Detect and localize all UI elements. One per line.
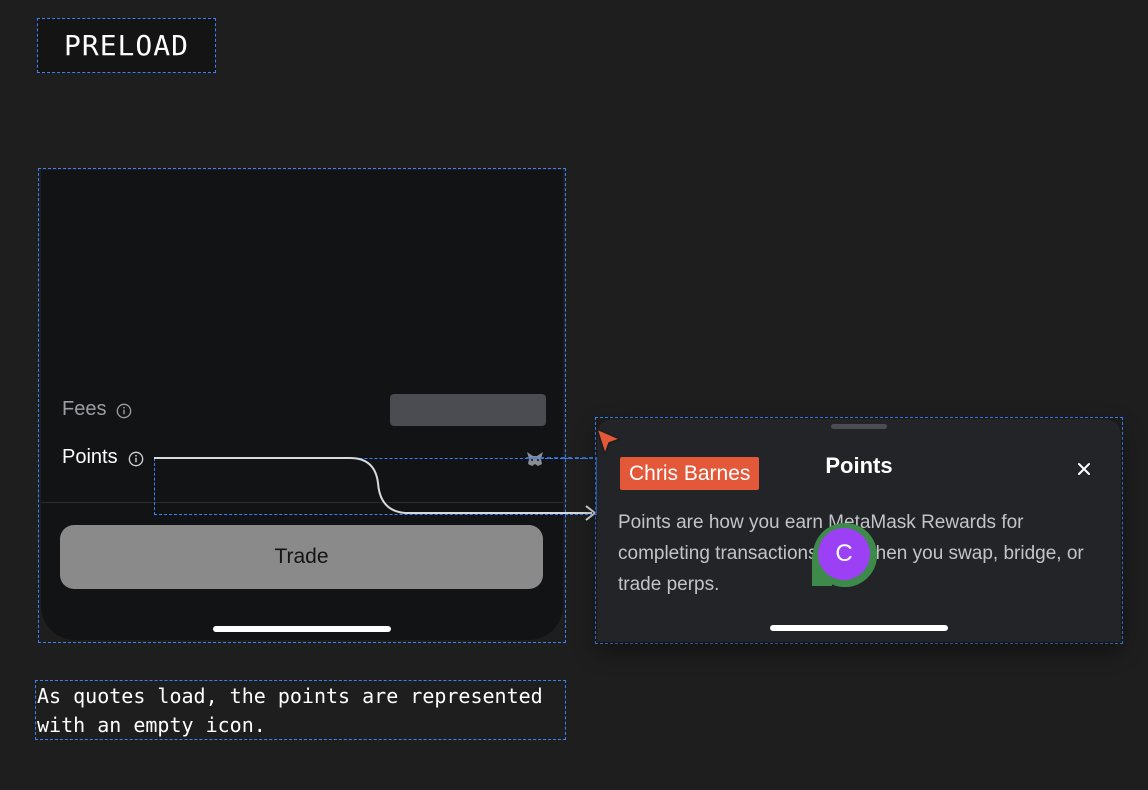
home-indicator — [770, 625, 948, 631]
trade-button[interactable]: Trade — [60, 525, 543, 589]
fees-label: Fees — [62, 398, 107, 420]
home-indicator — [213, 626, 391, 632]
section-label: PRELOAD — [63, 29, 189, 62]
annotation-note: As quotes load, the points are represent… — [37, 684, 543, 737]
fees-value-skeleton — [390, 394, 546, 426]
cursor-arrow-icon — [594, 426, 624, 458]
prototype-connector — [154, 457, 598, 521]
avatar: C — [818, 528, 870, 580]
info-icon[interactable] — [128, 450, 144, 466]
comment-pin[interactable]: C — [812, 522, 878, 588]
fees-row: Fees — [62, 398, 132, 421]
close-icon[interactable] — [1071, 456, 1097, 482]
section-label-box: PRELOAD — [37, 18, 216, 73]
collaborator-name-tag: Chris Barnes — [620, 457, 760, 490]
quote-screen: Fees Points Trade — [41, 170, 563, 640]
drag-handle[interactable] — [831, 424, 887, 429]
info-icon[interactable] — [116, 402, 132, 418]
points-row: Points — [62, 446, 144, 469]
points-label: Points — [62, 446, 118, 468]
